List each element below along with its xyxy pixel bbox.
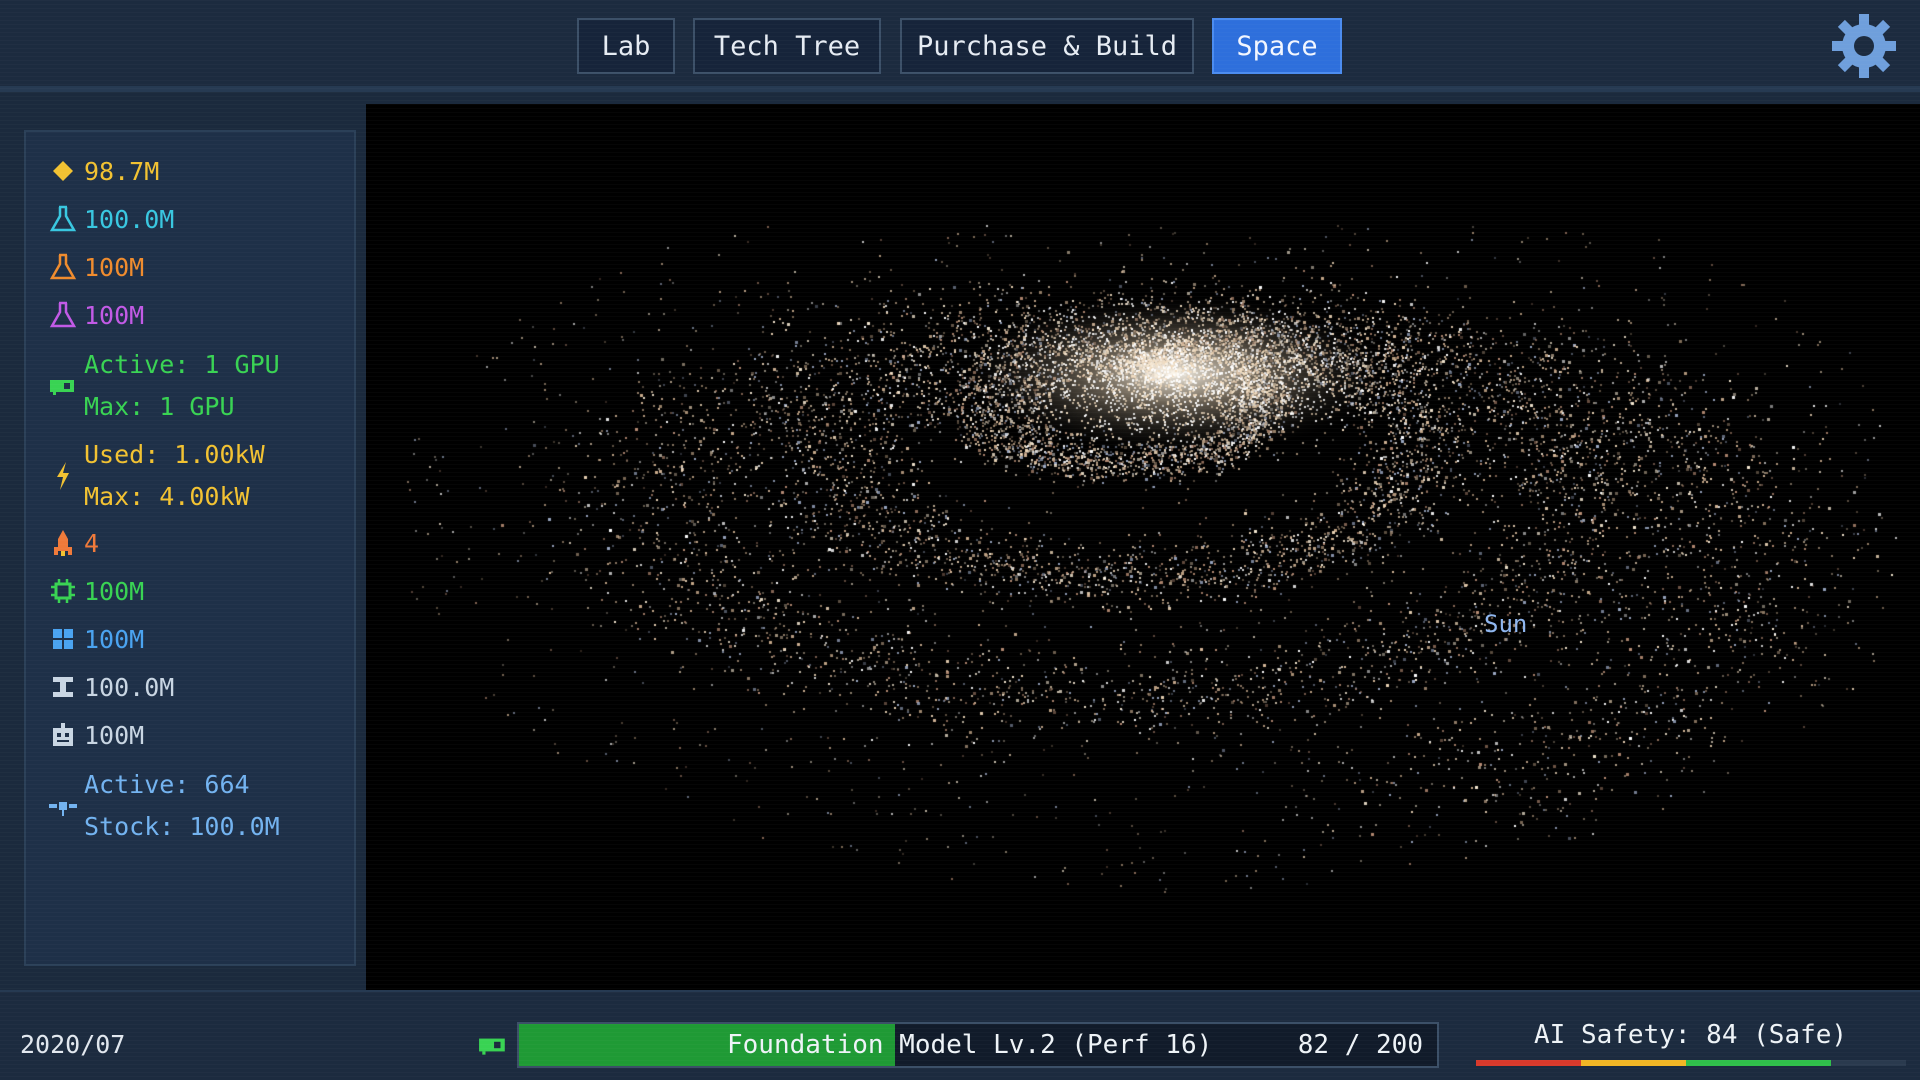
- tab-tech-tree[interactable]: Tech Tree: [693, 18, 881, 74]
- resource-science-purple: 100M: [48, 300, 144, 330]
- gear-icon[interactable]: [1830, 12, 1898, 80]
- resource-science-cyan: 100.0M: [48, 204, 174, 234]
- satellites-active: Active: 664: [84, 770, 250, 799]
- galaxy-view[interactable]: Sun: [366, 104, 1920, 990]
- model-training-progress: Foundation Model Lv.2 (Perf 16) 82 / 200: [517, 1022, 1439, 1068]
- resource-power: Used: 1.00kW Max: 4.00kW: [48, 434, 265, 518]
- tab-space[interactable]: Space: [1212, 18, 1342, 74]
- safety-segment-red: [1476, 1060, 1581, 1066]
- gpu-max: Max: 1 GPU: [84, 392, 235, 421]
- safety-segment-empty: [1831, 1060, 1906, 1066]
- tab-lab[interactable]: Lab: [577, 18, 675, 74]
- robots-value: 100M: [84, 720, 145, 750]
- diamond-icon: [48, 156, 78, 186]
- satellites-stock: Stock: 100.0M: [84, 812, 280, 841]
- safety-segment-green: [1686, 1060, 1831, 1066]
- components-value: 100M: [84, 576, 145, 606]
- resource-solar: 100M: [48, 624, 144, 654]
- science-cyan-value: 100.0M: [84, 204, 175, 234]
- tab-purchase-build[interactable]: Purchase & Build: [900, 18, 1194, 74]
- resource-science-orange: 100M: [48, 252, 144, 282]
- rockets-value: 4: [84, 528, 100, 558]
- power-used: Used: 1.00kW: [84, 440, 265, 469]
- chip-icon: [48, 576, 78, 606]
- resource-rockets: 4: [48, 528, 99, 558]
- satellite-icon: [48, 791, 78, 821]
- materials-value: 100.0M: [84, 672, 175, 702]
- solar-value: 100M: [84, 624, 145, 654]
- resource-components: 100M: [48, 576, 144, 606]
- flask-icon: [48, 204, 78, 234]
- beam-icon: [48, 672, 78, 702]
- flask-icon: [48, 252, 78, 282]
- flask-icon: [48, 300, 78, 330]
- model-label: Foundation Model Lv.2 (Perf 16): [727, 1030, 1213, 1060]
- resource-satellites: Active: 664 Stock: 100.0M: [48, 764, 280, 848]
- lightning-icon: [48, 461, 78, 491]
- grid-icon: [48, 624, 78, 654]
- science-orange-value: 100M: [84, 252, 145, 282]
- resource-robots: 100M: [48, 720, 144, 750]
- top-nav-bar: Lab Tech Tree Purchase & Build Space: [0, 0, 1920, 92]
- resource-gpu: Active: 1 GPU Max: 1 GPU: [48, 344, 280, 428]
- power-max: Max: 4.00kW: [84, 482, 250, 511]
- gpu-icon: [48, 371, 78, 401]
- rocket-icon: [48, 528, 78, 558]
- gpu-icon: [479, 1038, 505, 1055]
- safety-segment-yellow: [1581, 1060, 1686, 1066]
- game-date: 2020/07: [20, 1030, 126, 1059]
- gpu-active: Active: 1 GPU: [84, 350, 280, 379]
- status-bar: 2020/07 Foundation Model Lv.2 (Perf 16) …: [0, 990, 1920, 1080]
- ai-safety-meter: [1476, 1060, 1906, 1066]
- sun-label[interactable]: Sun: [1484, 610, 1527, 638]
- galaxy-canvas[interactable]: [366, 104, 1920, 990]
- money-value: 98.7M: [84, 156, 160, 186]
- robot-icon: [48, 720, 78, 750]
- resource-materials: 100.0M: [48, 672, 174, 702]
- science-purple-value: 100M: [84, 300, 145, 330]
- progress-count: 82 / 200: [1297, 1030, 1423, 1060]
- ai-safety-label: AI Safety: 84 (Safe): [1534, 1020, 1848, 1050]
- resource-sidebar: 98.7M 100.0M 100M 100M Active: 1 GPU Max…: [24, 130, 356, 966]
- resource-money: 98.7M: [48, 156, 159, 186]
